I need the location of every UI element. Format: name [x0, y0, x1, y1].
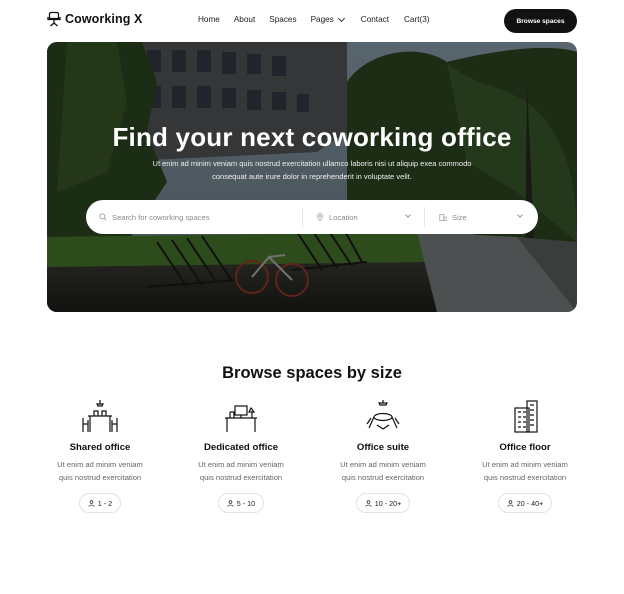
nav-spaces[interactable]: Spaces: [269, 15, 296, 24]
building-small-icon: [439, 214, 447, 221]
card-description: Ut enim ad minim veniam quis nostrud exe…: [181, 458, 301, 484]
search-bar: Search for coworking spaces Location Siz…: [86, 200, 538, 234]
location-select[interactable]: Location: [302, 207, 424, 227]
nav-about[interactable]: About: [234, 15, 255, 24]
top-navigation: Coworking X Home About Spaces Pages Cont…: [0, 0, 624, 42]
card-desc-line: quis nostrud exercitation: [199, 473, 283, 482]
card-desc-line: quis nostrud exercitation: [341, 473, 425, 482]
capacity-range: 20 - 40+: [516, 498, 544, 508]
space-card-suite[interactable]: Office suite Ut enim ad minim veniam qui…: [323, 398, 443, 513]
card-title: Dedicated office: [203, 442, 279, 453]
person-icon: [365, 499, 372, 507]
shared-desk-icon: [82, 400, 118, 432]
card-desc-line: Ut enim ad minim veniam: [482, 460, 568, 469]
capacity-pill[interactable]: 20 - 40+: [497, 493, 553, 513]
space-card-dedicated[interactable]: Dedicated office Ut enim ad minim veniam…: [181, 398, 301, 513]
space-card-shared[interactable]: Shared office Ut enim ad minim veniam qu…: [40, 398, 160, 513]
desk-chair-icon: [225, 405, 257, 432]
person-icon: [507, 499, 514, 507]
card-desc-line: quis nostrud exercitation: [58, 473, 142, 482]
building-icon: [514, 400, 538, 433]
person-icon: [88, 499, 95, 507]
size-select[interactable]: Size: [424, 207, 536, 227]
nav-pages-label: Pages: [310, 15, 334, 24]
size-label: Size: [452, 212, 467, 222]
card-title: Office suite: [356, 442, 410, 453]
nav-links: Home About Spaces Pages Contact Cart(3): [198, 14, 429, 24]
capacity-pill[interactable]: 5 - 10: [217, 493, 265, 513]
search-input[interactable]: Search for coworking spaces: [86, 200, 302, 234]
capacity-range: 5 - 10: [236, 498, 256, 508]
chevron-down-icon: [517, 212, 523, 218]
card-description: Ut enim ad minim veniam quis nostrud exe…: [40, 458, 160, 484]
card-desc-line: Ut enim ad minim veniam: [340, 460, 426, 469]
hero-subtitle: Ut enim ad minim veniam quis nostrud exe…: [152, 159, 472, 181]
card-desc-line: quis nostrud exercitation: [483, 473, 567, 482]
hero-title: Find your next coworking office: [112, 122, 512, 152]
browse-spaces-button[interactable]: Browse spaces: [504, 9, 577, 33]
location-pin-icon: [317, 213, 323, 221]
capacity-pill[interactable]: 1 - 2: [78, 493, 122, 513]
brand-name: Coworking X: [65, 12, 143, 26]
nav-pages[interactable]: Pages: [310, 14, 345, 24]
chevron-down-icon: [337, 14, 345, 22]
capacity-range: 10 - 20+: [374, 498, 402, 508]
location-label: Location: [329, 212, 358, 222]
office-chair-icon: [47, 11, 61, 27]
card-title: Office floor: [499, 442, 551, 453]
card-description: Ut enim ad minim veniam quis nostrud exe…: [465, 458, 585, 484]
card-title: Shared office: [69, 442, 131, 453]
nav-contact[interactable]: Contact: [361, 15, 389, 24]
capacity-range: 1 - 2: [97, 498, 113, 508]
card-desc-line: Ut enim ad minim veniam: [198, 460, 284, 469]
card-desc-line: Ut enim ad minim veniam: [57, 460, 143, 469]
capacity-pill[interactable]: 10 - 20+: [355, 493, 411, 513]
card-description: Ut enim ad minim veniam quis nostrud exe…: [323, 458, 443, 484]
search-icon: [99, 213, 107, 221]
space-card-floor[interactable]: Office floor Ut enim ad minim veniam qui…: [465, 398, 585, 513]
browse-section-title: Browse spaces by size: [222, 364, 402, 382]
brand-logo[interactable]: Coworking X: [47, 11, 143, 27]
meeting-table-icon: [366, 400, 400, 430]
search-placeholder: Search for coworking spaces: [112, 212, 210, 222]
person-icon: [227, 499, 234, 507]
hero-banner: Find your next coworking office Ut enim …: [47, 42, 577, 312]
nav-home[interactable]: Home: [198, 15, 220, 24]
nav-cart[interactable]: Cart(3): [404, 15, 429, 24]
chevron-down-icon: [405, 212, 411, 218]
